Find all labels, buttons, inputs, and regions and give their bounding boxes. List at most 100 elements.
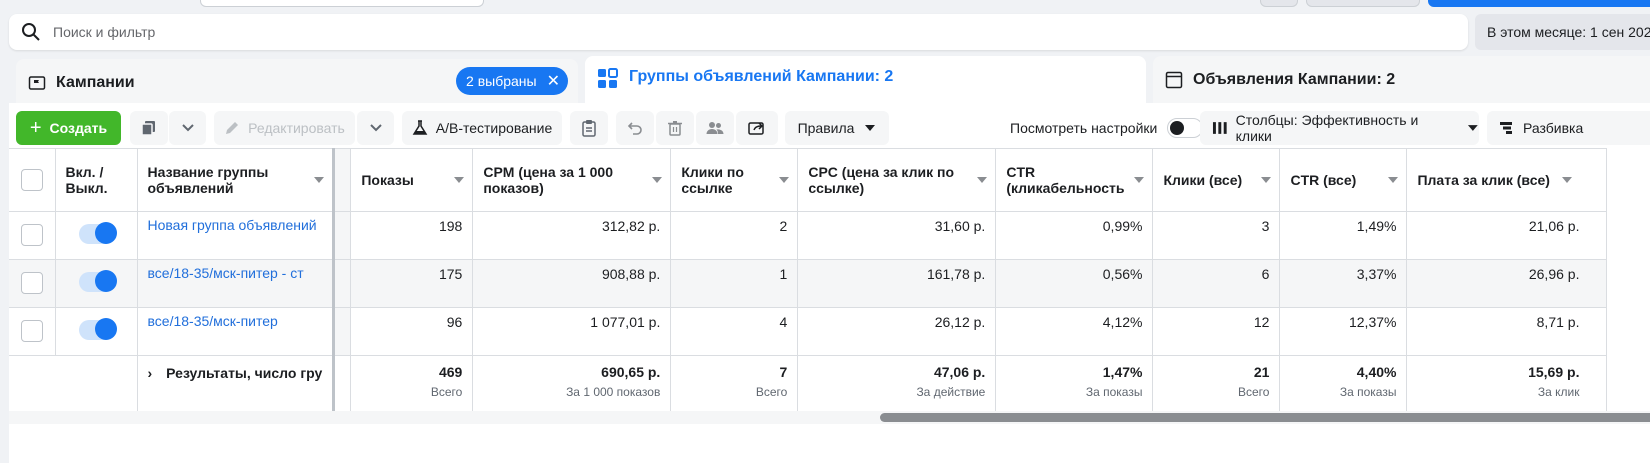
trash-icon — [668, 121, 682, 136]
sort-icon[interactable] — [1261, 177, 1272, 183]
col-ctr[interactable]: CTR (кликабельность — [995, 148, 1154, 212]
sort-icon[interactable] — [1388, 177, 1399, 183]
cell-impressions: 175 — [350, 259, 474, 308]
rules-label: Правила — [797, 120, 855, 136]
cell-cpc: 26,12 р. — [797, 307, 997, 356]
cell-cpm: 908,88 р. — [472, 259, 672, 308]
create-button[interactable]: + Создать — [16, 111, 121, 145]
columns-button[interactable]: Столбцы: Эффективность и клики — [1200, 111, 1479, 145]
col-cpc[interactable]: CPC (цена за клик по ссылке) — [797, 148, 997, 212]
total-value: 21 — [1253, 364, 1270, 380]
sort-icon[interactable] — [1562, 177, 1573, 183]
row-toggle-cell — [55, 211, 138, 260]
adsets-table: Вкл. / Выкл. Название группы объявлений По… — [9, 148, 1608, 416]
columns-icon — [1212, 122, 1227, 134]
cell-cpm: 1 077,01 р. — [472, 307, 672, 356]
total-cpc: 47,06 р. За действие — [797, 355, 997, 416]
cell-link-clicks: 4 — [670, 307, 799, 356]
cell-ctr-all: 1,49% — [1279, 211, 1408, 260]
total-value: 47,06 р. — [933, 364, 986, 380]
select-all-checkbox[interactable] — [20, 169, 43, 191]
cell-cost-per-click: 21,06 р. — [1406, 211, 1608, 260]
sort-icon[interactable] — [454, 177, 465, 183]
horizontal-scrollbar[interactable] — [880, 413, 1650, 422]
col-cpc-line1: CPC (цена за клик по — [808, 164, 954, 180]
sort-icon[interactable] — [652, 177, 663, 183]
duplicate-icon — [141, 121, 155, 136]
edit-button[interactable]: Редактировать — [214, 111, 355, 145]
view-settings-toggle[interactable] — [1167, 118, 1204, 138]
row-select-cell — [9, 211, 56, 260]
col-clicks-all[interactable]: Клики (все) — [1152, 148, 1281, 212]
adset-name-link[interactable]: все/18-35/мск-питер — [137, 307, 336, 356]
total-sub: За показы — [1085, 385, 1143, 399]
view-settings: Посмотреть настройки — [1010, 111, 1204, 145]
row-checkbox[interactable] — [20, 224, 43, 246]
totals-label-cell[interactable]: › Результаты, число гру — [137, 355, 336, 416]
share-preview-button[interactable] — [736, 111, 778, 145]
total-value: 469 — [438, 364, 463, 380]
table-row[interactable]: все/18-35/мск-питер 96 1 077,01 р. 4 26,… — [9, 307, 1608, 356]
col-impressions[interactable]: Показы — [350, 148, 474, 212]
adsets-panel: + Создать Редактировать A/B-тестирование — [9, 103, 1650, 463]
row-select-cell — [9, 259, 56, 308]
tab-ads[interactable]: Объявления Кампании: 2 — [1153, 56, 1650, 104]
breakdown-button[interactable]: Разбивка — [1487, 111, 1650, 145]
col-name[interactable]: Название группы объявлений — [137, 148, 336, 212]
col-onoff[interactable]: Вкл. / Выкл. — [55, 148, 138, 212]
col-name-line1: Название группы — [147, 164, 269, 180]
sort-icon[interactable] — [1134, 177, 1145, 183]
total-sub: Всего — [1238, 385, 1270, 399]
table-row[interactable]: все/18-35/мск-питер - ст 175 908,88 р. 1… — [9, 259, 1608, 308]
col-cost-per-click[interactable]: Плата за клик (все) — [1406, 148, 1608, 212]
adset-name-link[interactable]: Новая группа объявлений — [137, 211, 336, 260]
adset-on-off-toggle[interactable] — [79, 270, 117, 292]
duplicate-dropdown-button[interactable] — [169, 111, 206, 145]
selected-count-pill[interactable]: 2 выбраны ✕ — [456, 67, 568, 95]
rules-button[interactable]: Правила — [785, 111, 889, 145]
adset-on-off-toggle[interactable] — [79, 318, 117, 340]
close-icon[interactable]: ✕ — [547, 71, 560, 91]
col-ctr-all[interactable]: CTR (все) — [1279, 148, 1408, 212]
date-range-button[interactable]: В этом месяце: 1 сен 202 — [1475, 14, 1650, 50]
col-link-clicks[interactable]: Клики по ссылке — [670, 148, 799, 212]
col-ctr-all-line1: CTR (все) — [1290, 172, 1357, 188]
delete-button[interactable] — [656, 111, 694, 145]
search-filter-bar[interactable]: Поиск и фильтр — [9, 14, 1468, 50]
row-checkbox[interactable] — [20, 320, 43, 342]
total-cpm: 690,65 р. За 1 000 показов — [472, 355, 672, 416]
clipboard-button[interactable] — [570, 111, 608, 145]
total-value: 690,65 р. — [601, 364, 661, 380]
cell-ctr: 0,99% — [995, 211, 1154, 260]
edit-dropdown-button[interactable] — [357, 111, 394, 145]
cell-ctr-all: 3,37% — [1279, 259, 1408, 308]
adset-on-off-toggle[interactable] — [79, 222, 117, 244]
toolbar: + Создать Редактировать A/B-тестирование — [9, 103, 1650, 149]
search-input[interactable]: Поиск и фильтр — [53, 24, 155, 40]
sort-icon[interactable] — [977, 177, 988, 183]
col-ctr-line2: (кликабельность — [1006, 180, 1125, 196]
share-icon — [748, 122, 764, 135]
ab-test-button[interactable]: A/B-тестирование — [402, 111, 562, 145]
col-cpm[interactable]: CPM (цена за 1 000 показов) — [472, 148, 672, 212]
undo-button[interactable] — [616, 111, 654, 145]
sort-icon[interactable] — [779, 177, 790, 183]
col-onoff-line2: Выкл. — [65, 180, 108, 196]
audience-button[interactable] — [696, 111, 734, 145]
tab-campaigns[interactable]: Кампании 2 выбраны ✕ — [16, 59, 578, 107]
totals-empty-cell — [55, 355, 138, 416]
sort-icon[interactable] — [314, 177, 325, 183]
column-gap — [333, 355, 352, 416]
caret-down-icon — [1468, 125, 1479, 131]
adset-name-link[interactable]: все/18-35/мск-питер - ст — [137, 259, 336, 308]
header-field-fragment — [200, 0, 484, 7]
row-checkbox[interactable] — [20, 272, 43, 294]
chevron-right-icon[interactable]: › — [148, 365, 153, 381]
col-link-clicks-line1: Клики по — [681, 164, 744, 180]
column-gap — [333, 148, 352, 212]
tab-ads-label: Объявления Кампании: 2 — [1193, 71, 1396, 88]
duplicate-button[interactable] — [130, 111, 168, 145]
table-row[interactable]: Новая группа объявлений 198 312,82 р. 2 … — [9, 211, 1608, 260]
totals-empty-cell — [9, 355, 55, 416]
create-label: Создать — [49, 120, 108, 136]
